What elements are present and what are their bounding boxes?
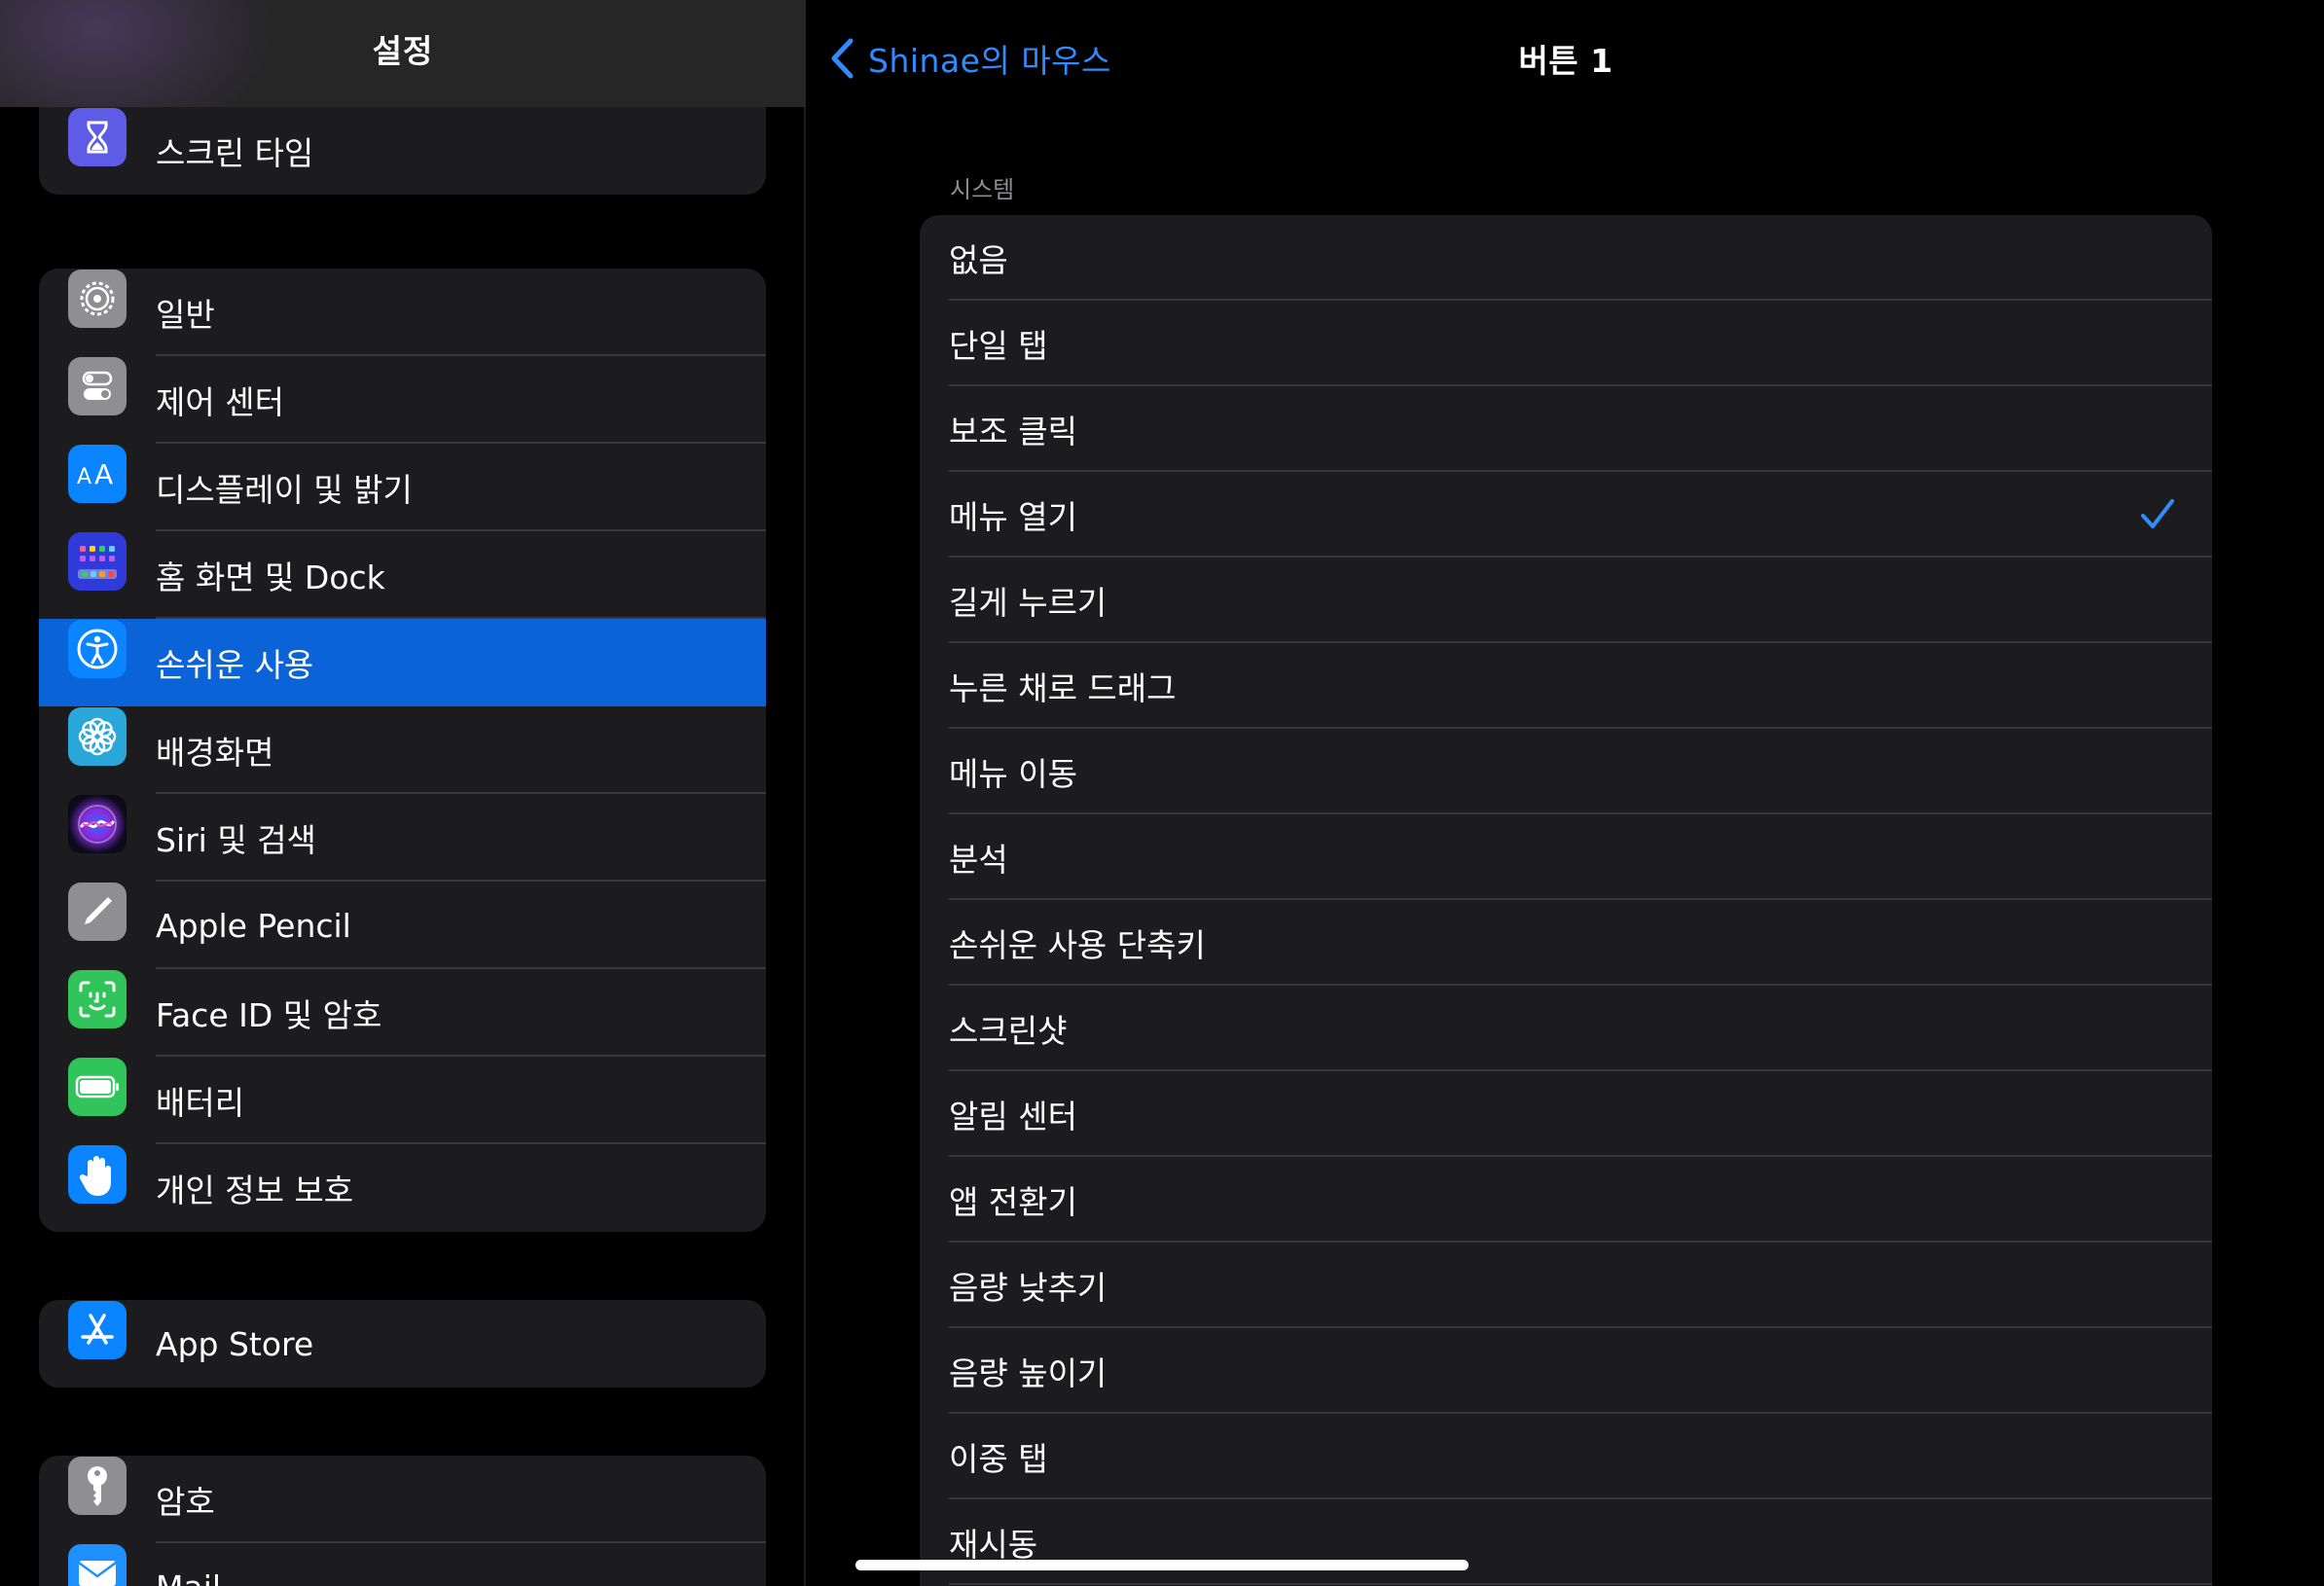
option-label: 길게 누르기	[949, 584, 1108, 622]
option-analytics[interactable]: 분석	[920, 814, 2212, 900]
sidebar-group-main: 일반 제어 센터 AA 디스플레이 및 밝기 홈 화면 및 Dock 손쉬운 사…	[39, 269, 766, 1232]
options-list: 없음 단일 탭 보조 클릭 메뉴 열기 길게 누르기 누른 채로 드래그 메뉴 …	[920, 215, 2212, 1586]
sidebar-item-mail[interactable]: Mail	[39, 1543, 766, 1586]
flower-icon	[68, 707, 127, 766]
sidebar-item-label: 개인 정보 보호	[156, 1171, 354, 1209]
sidebar-item-passwords[interactable]: 암호	[39, 1456, 766, 1543]
sidebar-item-label: 제어 센터	[156, 383, 284, 421]
option-long-press[interactable]: 길게 누르기	[920, 558, 2212, 643]
option-open-menu[interactable]: 메뉴 열기	[920, 472, 2212, 558]
sidebar-item-label: 배터리	[156, 1084, 245, 1122]
sidebar-item-screen-time[interactable]: 스크린 타임	[39, 107, 766, 195]
option-label: 알림 센터	[949, 1098, 1077, 1135]
battery-icon	[68, 1058, 127, 1116]
option-notification-center[interactable]: 알림 센터	[920, 1071, 2212, 1157]
sidebar-item-label: 일반	[156, 296, 215, 334]
checkmark-icon	[2141, 499, 2174, 528]
option-press-drag[interactable]: 누른 채로 드래그	[920, 643, 2212, 729]
sidebar-item-app-store[interactable]: App Store	[39, 1300, 766, 1388]
option-restart[interactable]: 재시동	[920, 1499, 2212, 1585]
sidebar-item-label: Apple Pencil	[156, 906, 351, 945]
page-title: 버튼 1	[1518, 42, 1614, 80]
option-label: 앱 전환기	[949, 1183, 1077, 1221]
sidebar-group-app-store: App Store	[39, 1300, 766, 1388]
settings-sidebar: 설정 스크린 타임 일반 제어 센터 A A 디스플레이 및 밝기 홈 화면 및…	[0, 0, 806, 1586]
sidebar-item-label: Siri 및 검색	[156, 821, 316, 859]
option-label: 스크린샷	[949, 1012, 1068, 1050]
option-none[interactable]: 없음	[920, 215, 2212, 301]
sidebar-item-label: 암호	[156, 1483, 215, 1521]
sidebar-item-label: 디스플레이 및 밝기	[156, 471, 413, 509]
siri-icon	[68, 795, 127, 853]
option-secondary-click[interactable]: 보조 클릭	[920, 386, 2212, 472]
option-double-tap[interactable]: 이중 탭	[920, 1414, 2212, 1499]
option-volume-down[interactable]: 음량 낮추기	[920, 1243, 2212, 1328]
sidebar-title: 설정	[372, 32, 434, 70]
option-app-switcher[interactable]: 앱 전환기	[920, 1157, 2212, 1243]
sidebar-item-label: 손쉬운 사용	[156, 646, 314, 684]
sidebar-item-apple-pencil[interactable]: Apple Pencil	[39, 882, 766, 969]
sidebar-item-battery[interactable]: 배터리	[39, 1057, 766, 1144]
sidebar-item-privacy[interactable]: 개인 정보 보호	[39, 1144, 766, 1232]
pencil-icon	[68, 883, 127, 941]
option-accessibility-shortcut[interactable]: 손쉬운 사용 단축키	[920, 900, 2212, 986]
option-label: 없음	[949, 241, 1008, 279]
detail-pane: Shinae의 마우스 버튼 1 시스템 없음 단일 탭 보조 클릭 메뉴 열기…	[808, 0, 2324, 1586]
option-label: 손쉬운 사용 단축키	[949, 926, 1206, 964]
option-label: 음량 높이기	[949, 1354, 1108, 1392]
section-header: 시스템	[950, 176, 1015, 203]
sidebar-group-passwords: 암호 Mail	[39, 1456, 766, 1586]
option-label: 음량 낮추기	[949, 1269, 1108, 1307]
face-id-icon	[68, 970, 127, 1028]
text-size-icon: AA	[68, 445, 127, 503]
option-label: 보조 클릭	[949, 413, 1077, 451]
sidebar-item-label: Mail	[156, 1568, 221, 1586]
sidebar-item-control-center[interactable]: 제어 센터	[39, 356, 766, 444]
option-move-menu[interactable]: 메뉴 이동	[920, 729, 2212, 814]
home-grid-icon	[68, 532, 127, 591]
toggles-icon	[68, 357, 127, 415]
accessibility-icon	[68, 620, 127, 678]
gear-icon	[68, 270, 127, 328]
option-label: 이중 탭	[949, 1440, 1048, 1478]
separator	[949, 1583, 2212, 1585]
sidebar-item-face-id[interactable]: Face ID 및 암호	[39, 969, 766, 1057]
sidebar-item-general[interactable]: 일반	[39, 269, 766, 356]
option-label: 재시동	[949, 1526, 1038, 1564]
option-label: 분석	[949, 841, 1008, 879]
option-volume-up[interactable]: 음량 높이기	[920, 1328, 2212, 1414]
key-icon	[68, 1457, 127, 1515]
mail-icon	[68, 1544, 127, 1586]
sidebar-item-label: Face ID 및 암호	[156, 996, 382, 1034]
option-label: 단일 탭	[949, 327, 1048, 365]
sidebar-item-label: 배경화면	[156, 734, 274, 772]
sidebar-item-label: App Store	[156, 1324, 314, 1363]
option-label: 메뉴 이동	[949, 755, 1077, 793]
svg-text:A: A	[77, 465, 91, 489]
sidebar-item-home-screen[interactable]: 홈 화면 및 Dock	[39, 531, 766, 619]
option-label: 누른 채로 드래그	[949, 669, 1177, 707]
sidebar-item-siri[interactable]: Siri 및 검색	[39, 794, 766, 882]
sidebar-item-wallpaper[interactable]: 배경화면	[39, 706, 766, 794]
option-single-tap[interactable]: 단일 탭	[920, 301, 2212, 386]
sidebar-item-accessibility[interactable]: 손쉬운 사용	[39, 619, 766, 706]
hourglass-icon	[68, 108, 127, 166]
sidebar-item-label: 홈 화면 및 Dock	[156, 559, 385, 596]
settings-window: 설정 스크린 타임 일반 제어 센터 A A 디스플레이 및 밝기 홈 화면 및…	[0, 0, 2324, 1586]
option-label: 메뉴 열기	[949, 498, 1077, 536]
sidebar-header: 설정	[0, 0, 806, 107]
svg-text:A: A	[94, 458, 113, 490]
sidebar-item-display[interactable]: AA 디스플레이 및 밝기	[39, 444, 766, 531]
option-screenshot[interactable]: 스크린샷	[920, 986, 2212, 1071]
sidebar-item-label: 스크린 타임	[156, 134, 314, 172]
app-store-icon	[68, 1301, 127, 1359]
home-indicator[interactable]	[855, 1560, 1469, 1570]
hand-icon	[68, 1145, 127, 1204]
